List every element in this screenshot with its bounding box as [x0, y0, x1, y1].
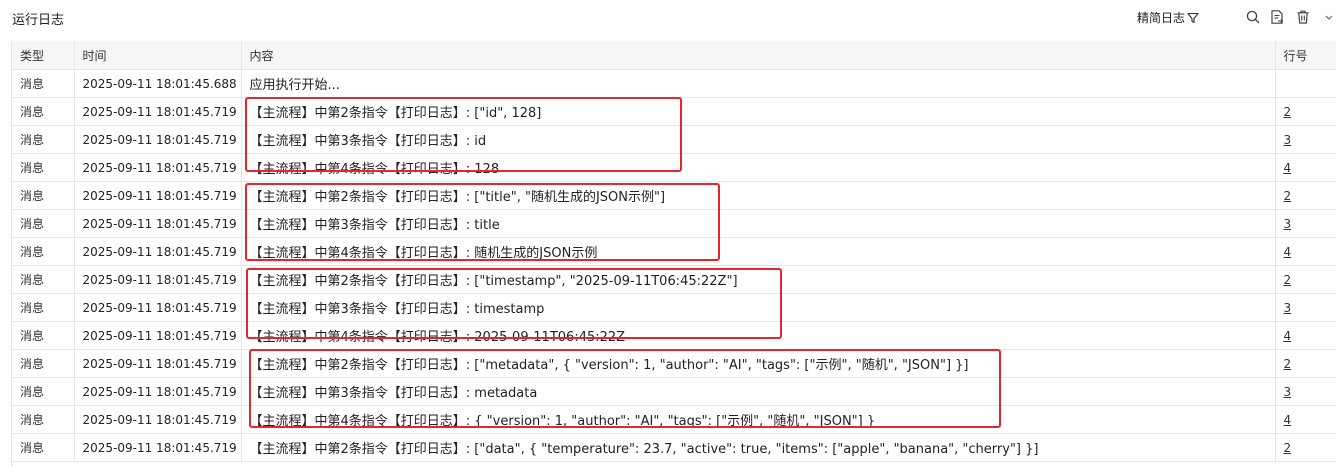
table-row[interactable]: 消息 2025-09-11 18:01:45.719 【主流程】中第2条指令【打印日… [12, 181, 1336, 210]
log-line-cell: 2 [1275, 181, 1336, 210]
simplified-log-filter[interactable]: 精简日志 [1137, 9, 1199, 26]
log-type-cell: 消息 [12, 125, 75, 154]
log-line-cell: 2 [1275, 97, 1336, 126]
log-type-cell: 消息 [12, 69, 75, 98]
table-row[interactable]: 消息 2025-09-11 18:01:45.719 【主流程】中第4条指令【打印日… [12, 153, 1336, 182]
line-number-link[interactable]: 4 [1284, 161, 1292, 175]
log-time-cell: 2025-09-11 18:01:45.719 [74, 181, 242, 210]
log-line-cell [1275, 69, 1336, 98]
log-content-cell: 【主流程】中第2条指令【打印日志】: ["title", "随机生成的JSON示… [241, 181, 1276, 210]
log-content-cell: 【主流程】中第3条指令【打印日志】: title [241, 209, 1276, 238]
log-type-cell: 消息 [12, 321, 75, 350]
line-number-link[interactable]: 3 [1284, 217, 1292, 231]
log-time-cell: 2025-09-11 18:01:45.719 [74, 265, 242, 294]
log-line-cell: 3 [1275, 209, 1336, 238]
line-number-link[interactable]: 3 [1284, 301, 1292, 315]
log-content-cell: 【主流程】中第2条指令【打印日志】: ["id", 128] [241, 97, 1276, 126]
table-row[interactable]: 消息 2025-09-11 18:01:45.719 【主流程】中第3条指令【打印日… [12, 377, 1336, 406]
table-row[interactable]: 消息 2025-09-11 18:01:45.719 【主流程】中第3条指令【打印日… [12, 293, 1336, 322]
log-panel-header: 运行日志 精简日志 [0, 0, 1337, 36]
log-time-cell: 2025-09-11 18:01:45.719 [74, 293, 242, 322]
line-number-link[interactable]: 2 [1284, 357, 1292, 371]
log-content-cell: 应用执行开始... [241, 69, 1276, 98]
log-content-cell: 【主流程】中第2条指令【打印日志】: ["metadata", { "versi… [241, 349, 1276, 378]
log-type-cell: 消息 [12, 265, 75, 294]
column-header-type[interactable]: 类型 [12, 41, 75, 70]
log-line-cell: 4 [1275, 405, 1336, 434]
filter-icon [1187, 12, 1199, 24]
log-content-cell: 【主流程】中第2条指令【打印日志】: ["timestamp", "2025-0… [241, 265, 1276, 294]
log-content-cell: 【主流程】中第4条指令【打印日志】: 2025-09-11T06:45:22Z [241, 321, 1276, 350]
log-table: 类型 时间 内容 行号 消息 2025-09-11 18:01:45.688 应用执… [12, 41, 1336, 462]
column-header-line[interactable]: 行号 [1275, 41, 1336, 70]
log-type-cell: 消息 [12, 209, 75, 238]
log-line-cell: 4 [1275, 321, 1336, 350]
line-number-link[interactable]: 2 [1284, 441, 1292, 455]
log-type-cell: 消息 [12, 97, 75, 126]
table-row[interactable]: 消息 2025-09-11 18:01:45.719 【主流程】中第3条指令【打印日… [12, 125, 1336, 154]
log-time-cell: 2025-09-11 18:01:45.719 [74, 153, 242, 182]
log-content-cell: 【主流程】中第3条指令【打印日志】: id [241, 125, 1276, 154]
log-time-cell: 2025-09-11 18:01:45.719 [74, 237, 242, 266]
log-time-cell: 2025-09-11 18:01:45.719 [74, 349, 242, 378]
search-icon[interactable] [1245, 9, 1261, 25]
log-line-cell: 2 [1275, 349, 1336, 378]
log-table-container[interactable]: 类型 时间 内容 行号 消息 2025-09-11 18:01:45.688 应用执… [11, 41, 1336, 467]
log-line-cell: 3 [1275, 377, 1336, 406]
table-header-row: 类型 时间 内容 行号 [12, 41, 1336, 70]
table-row[interactable]: 消息 2025-09-11 18:01:45.719 【主流程】中第4条指令【打印日… [12, 321, 1336, 350]
line-number-link[interactable]: 3 [1284, 133, 1292, 147]
log-type-cell: 消息 [12, 153, 75, 182]
delete-icon[interactable] [1295, 9, 1311, 25]
filter-label: 精简日志 [1137, 11, 1186, 25]
log-type-cell: 消息 [12, 349, 75, 378]
log-type-cell: 消息 [12, 237, 75, 266]
log-content-cell: 【主流程】中第3条指令【打印日志】: metadata [241, 377, 1276, 406]
log-line-cell: 3 [1275, 293, 1336, 322]
log-content-cell: 【主流程】中第3条指令【打印日志】: timestamp [241, 293, 1276, 322]
line-number-link[interactable]: 2 [1284, 273, 1292, 287]
table-row[interactable]: 消息 2025-09-11 18:01:45.719 【主流程】中第4条指令【打印日… [12, 237, 1336, 266]
log-line-cell: 4 [1275, 153, 1336, 182]
log-time-cell: 2025-09-11 18:01:45.719 [74, 321, 242, 350]
log-line-cell: 2 [1275, 433, 1336, 462]
table-row[interactable]: 消息 2025-09-11 18:01:45.719 【主流程】中第2条指令【打印日… [12, 349, 1336, 378]
column-header-time[interactable]: 时间 [74, 41, 242, 70]
table-row[interactable]: 消息 2025-09-11 18:01:45.688 应用执行开始... [12, 69, 1336, 98]
log-line-cell: 4 [1275, 237, 1336, 266]
log-line-cell: 2 [1275, 265, 1336, 294]
log-type-cell: 消息 [12, 433, 75, 462]
column-header-content[interactable]: 内容 [241, 41, 1276, 70]
log-type-cell: 消息 [12, 405, 75, 434]
log-time-cell: 2025-09-11 18:01:45.688 [74, 69, 242, 98]
line-number-link[interactable]: 4 [1284, 329, 1292, 343]
line-number-link[interactable]: 2 [1284, 189, 1292, 203]
table-row[interactable]: 消息 2025-09-11 18:01:45.719 【主流程】中第2条指令【打印日… [12, 433, 1336, 462]
log-time-cell: 2025-09-11 18:01:45.719 [74, 433, 242, 462]
table-row[interactable]: 消息 2025-09-11 18:01:45.719 【主流程】中第4条指令【打印日… [12, 405, 1336, 434]
table-row[interactable]: 消息 2025-09-11 18:01:45.719 【主流程】中第3条指令【打印日… [12, 209, 1336, 238]
chevron-down-icon[interactable] [1323, 9, 1335, 25]
line-number-link[interactable]: 3 [1284, 385, 1292, 399]
log-line-cell: 3 [1275, 125, 1336, 154]
line-number-link[interactable]: 4 [1284, 413, 1292, 427]
export-icon[interactable] [1269, 9, 1285, 25]
line-number-link[interactable]: 4 [1284, 245, 1292, 259]
log-type-cell: 消息 [12, 293, 75, 322]
log-content-cell: 【主流程】中第4条指令【打印日志】: 128 [241, 153, 1276, 182]
table-row[interactable]: 消息 2025-09-11 18:01:45.719 【主流程】中第2条指令【打印日… [12, 97, 1336, 126]
log-type-cell: 消息 [12, 377, 75, 406]
log-time-cell: 2025-09-11 18:01:45.719 [74, 405, 242, 434]
panel-title: 运行日志 [12, 13, 65, 28]
log-time-cell: 2025-09-11 18:01:45.719 [74, 97, 242, 126]
log-type-cell: 消息 [12, 181, 75, 210]
log-time-cell: 2025-09-11 18:01:45.719 [74, 377, 242, 406]
line-number-link[interactable]: 2 [1284, 105, 1292, 119]
log-time-cell: 2025-09-11 18:01:45.719 [74, 125, 242, 154]
log-time-cell: 2025-09-11 18:01:45.719 [74, 209, 242, 238]
log-content-cell: 【主流程】中第4条指令【打印日志】: 随机生成的JSON示例 [241, 237, 1276, 266]
log-content-cell: 【主流程】中第2条指令【打印日志】: ["data", { "temperatu… [241, 433, 1276, 462]
table-row[interactable]: 消息 2025-09-11 18:01:45.719 【主流程】中第2条指令【打印日… [12, 265, 1336, 294]
log-content-cell: 【主流程】中第4条指令【打印日志】: { "version": 1, "auth… [241, 405, 1276, 434]
